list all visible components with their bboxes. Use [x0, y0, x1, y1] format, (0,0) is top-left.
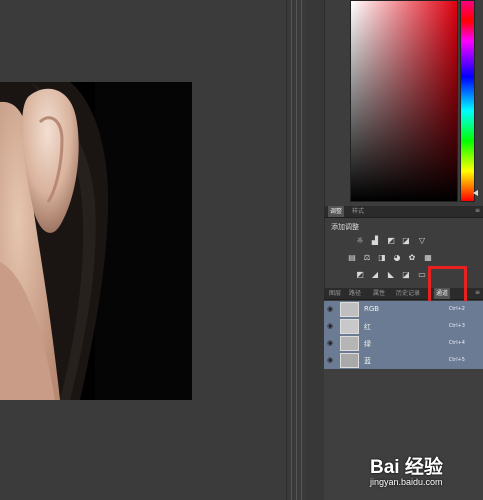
- channel-shortcut: Ctrl+4: [448, 340, 465, 346]
- channel-shortcut: Ctrl+5: [448, 357, 465, 363]
- panel-menu-icon[interactable]: ≡: [475, 207, 480, 214]
- channel-row-red[interactable]: ◉ 红 Ctrl+3: [324, 318, 483, 336]
- hue-slider[interactable]: [460, 0, 475, 202]
- eye-icon[interactable]: ◉: [327, 339, 333, 347]
- tab-paths[interactable]: 路径: [347, 288, 363, 299]
- channel-mixer-icon[interactable]: ✿: [407, 253, 417, 262]
- tab-properties[interactable]: 属性: [371, 288, 387, 299]
- gradient-map-icon[interactable]: ▭: [417, 270, 427, 279]
- channel-thumbnail: [340, 319, 359, 334]
- dock-collapse-edge[interactable]: [306, 0, 325, 500]
- document-canvas-area[interactable]: [0, 0, 286, 500]
- channels-menu-icon[interactable]: ≡: [475, 289, 480, 296]
- color-balance-icon[interactable]: ⚖: [362, 253, 372, 262]
- tab-styles[interactable]: 样式: [350, 206, 366, 217]
- posterize-icon[interactable]: ◢: [370, 270, 380, 279]
- watermark: Bai 经验 jingyan.baidu.com: [370, 452, 483, 498]
- selective-color-icon[interactable]: ◪: [401, 270, 411, 279]
- threshold-icon[interactable]: ◣: [386, 270, 396, 279]
- channel-shortcut: Ctrl+3: [448, 323, 465, 329]
- vibrance-icon[interactable]: ▽: [417, 236, 427, 245]
- brightness-icon[interactable]: ☼: [355, 236, 365, 245]
- channel-row-rgb[interactable]: ◉ RGB Ctrl+2: [324, 301, 483, 319]
- tab-history[interactable]: 历史记录: [394, 288, 422, 299]
- tab-layers[interactable]: 图层: [327, 288, 343, 299]
- channel-thumbnail: [340, 302, 359, 317]
- curves-icon[interactable]: ◩: [386, 236, 396, 245]
- channel-row-green[interactable]: ◉ 绿 Ctrl+4: [324, 335, 483, 353]
- portrait-image: [0, 82, 192, 400]
- channel-name: 红: [364, 323, 371, 331]
- black-white-icon[interactable]: ◨: [377, 253, 387, 262]
- channel-name: 绿: [364, 340, 371, 348]
- channel-thumbnail: [340, 353, 359, 368]
- tab-adjustments[interactable]: 调整: [328, 206, 345, 217]
- channel-row-blue[interactable]: ◉ 蓝 Ctrl+5: [324, 352, 483, 370]
- eye-icon[interactable]: ◉: [327, 305, 333, 313]
- watermark-url: jingyan.baidu.com: [370, 477, 443, 487]
- document-photo[interactable]: [0, 82, 192, 400]
- invert-icon[interactable]: ◩: [355, 270, 365, 279]
- adjustments-tabbar: 调整 样式 ≡: [324, 206, 483, 218]
- photo-filter-icon[interactable]: ◕: [392, 253, 402, 262]
- watermark-logo: Bai 经验: [370, 457, 443, 478]
- color-picker-field[interactable]: [350, 0, 458, 202]
- color-lookup-icon[interactable]: ▦: [423, 253, 433, 262]
- eye-icon[interactable]: ◉: [327, 322, 333, 330]
- panel-divider[interactable]: [286, 0, 307, 500]
- hue-slider-handle[interactable]: [473, 190, 478, 196]
- adjustments-title: 添加调整: [331, 223, 359, 231]
- hue-saturation-icon[interactable]: ▤: [347, 253, 357, 262]
- channel-name: 蓝: [364, 357, 371, 365]
- channels-tab-highlight: [428, 266, 467, 305]
- channel-shortcut: Ctrl+2: [448, 306, 465, 312]
- channel-thumbnail: [340, 336, 359, 351]
- channel-name: RGB: [364, 305, 380, 313]
- exposure-icon[interactable]: ◪: [401, 236, 411, 245]
- levels-icon[interactable]: ▟: [370, 236, 380, 245]
- eye-icon[interactable]: ◉: [327, 356, 333, 364]
